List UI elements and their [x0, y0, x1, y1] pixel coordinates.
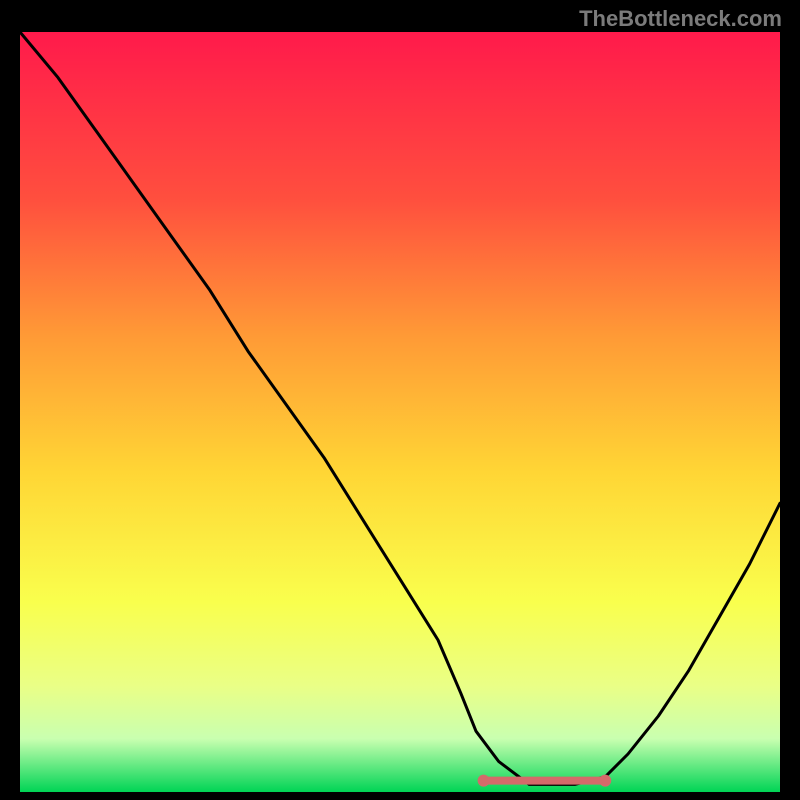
bottleneck-chart: [20, 32, 780, 792]
chart-frame: [20, 32, 780, 792]
gradient-background: [20, 32, 780, 792]
watermark-text: TheBottleneck.com: [579, 6, 782, 32]
